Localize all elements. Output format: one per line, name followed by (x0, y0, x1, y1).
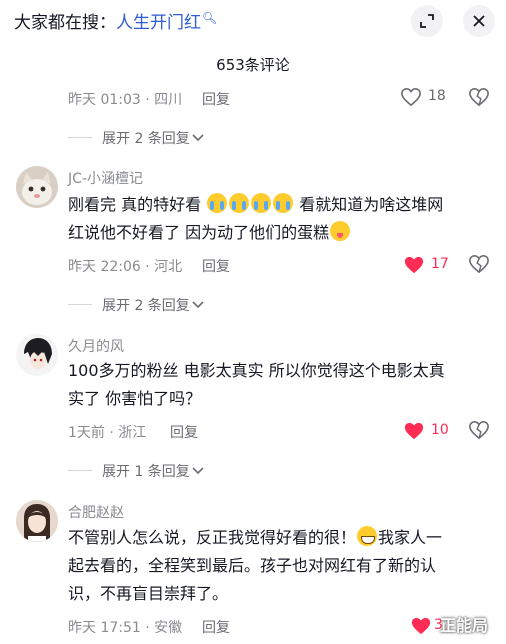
reply-button[interactable]: 回复 (202, 256, 230, 276)
cat-avatar-image (16, 166, 58, 208)
crying-emoji (251, 193, 272, 213)
comment-text: 100多万的粉丝 电影太真实 所以你觉得这个电影太真 (68, 361, 445, 380)
avatar[interactable] (16, 500, 58, 542)
top-bar: 大家都在搜：人生开门红🔍︎ (0, 0, 506, 42)
search-icon: 🔍︎ (202, 11, 218, 25)
username[interactable]: 久月的风 (68, 336, 124, 356)
comment-text-segment: 看就知道为啥这堆网 (299, 195, 444, 214)
comment-text-segment: 刚看完 真的特好看 (68, 195, 202, 214)
chevron-down-icon (192, 301, 204, 309)
crying-emoji (273, 193, 294, 213)
grin-emoji (357, 526, 378, 546)
chevron-down-icon (192, 467, 204, 475)
broken-heart-icon (469, 254, 489, 274)
comment-text: 识，不再盲目崇拜了。 (68, 584, 229, 603)
yum-emoji (330, 221, 351, 241)
divider (68, 470, 92, 471)
reply-button[interactable]: 回复 (202, 617, 230, 637)
close-icon (473, 15, 485, 27)
watermark: 正能局 (440, 616, 489, 635)
dislike-button[interactable] (468, 87, 490, 109)
like-count: 10 (431, 422, 449, 438)
dislike-button[interactable] (468, 420, 490, 442)
avatar[interactable] (16, 166, 58, 208)
anime-avatar-image (16, 334, 58, 376)
expand-replies-button[interactable]: 展开 2 条回复 (68, 295, 228, 315)
like-count: 17 (431, 256, 449, 272)
comment-meta: 昨天 01:03 · 四川 (68, 92, 183, 108)
like-button[interactable]: 17 (403, 255, 463, 275)
comment-text: 刚看完 真的特好看 看就知道为啥这堆网 (68, 191, 443, 219)
comment-text: 起去看的，全程笑到最后。孩子也对网红有了新的认 (68, 556, 437, 575)
expand-replies-label: 展开 1 条回复 (102, 464, 190, 480)
heart-outline-icon (401, 87, 421, 107)
expand-replies-button[interactable]: 展开 2 条回复 (68, 128, 228, 148)
trending-search-keyword[interactable]: 人生开门红 (116, 13, 201, 33)
comment-text: 实了 你害怕了吗？ (68, 389, 202, 408)
expand-icon (420, 14, 434, 28)
comment-text-segment: 不管别人怎么说，反正我觉得好看的很！ (68, 528, 357, 547)
comment-text: 不管别人怎么说，反正我觉得好看的很！ 我家人一 (68, 524, 442, 552)
comment-meta: 昨天 22:06 · 河北 (68, 259, 183, 275)
like-button[interactable]: 10 (403, 421, 463, 441)
username[interactable]: 合肥赵赵 (68, 502, 124, 522)
username[interactable]: JC-小涵檀记 (68, 168, 143, 188)
trending-search-hint[interactable]: 大家都在搜：人生开门红🔍︎ (14, 8, 217, 33)
comment-meta: 1天前 · 浙江 (68, 425, 147, 441)
chevron-down-icon (192, 134, 204, 142)
expand-replies-label: 展开 2 条回复 (102, 298, 190, 314)
close-button[interactable] (463, 5, 495, 37)
heart-filled-icon (411, 617, 431, 635)
comment-text-segment: 我家人一 (378, 528, 443, 547)
comment-count: 653条评论 (216, 56, 290, 74)
comment-text: 红说他不好看了 因为动了他们的蛋糕 (68, 219, 351, 247)
trending-search-prefix: 大家都在搜： (14, 13, 116, 33)
comment-meta: 昨天 17:51 · 安徽 (68, 620, 183, 636)
broken-heart-icon (469, 87, 489, 107)
crying-emoji (229, 193, 250, 213)
broken-heart-icon (469, 420, 489, 440)
expand-replies-label: 展开 2 条回复 (102, 131, 190, 147)
like-button[interactable]: 18 (400, 87, 460, 107)
comment-text-segment: 红说他不好看了 因为动了他们的蛋糕 (68, 223, 330, 242)
heart-filled-icon (404, 256, 424, 274)
crying-emoji (207, 193, 228, 213)
like-count: 18 (428, 88, 446, 104)
divider (68, 304, 92, 305)
expand-button[interactable] (411, 5, 443, 37)
reply-button[interactable]: 回复 (202, 89, 230, 109)
dislike-button[interactable] (468, 254, 490, 276)
reply-button[interactable]: 回复 (170, 422, 198, 442)
portrait-avatar-image (16, 500, 58, 542)
divider (68, 137, 92, 138)
heart-filled-icon (404, 422, 424, 440)
avatar[interactable] (16, 334, 58, 376)
expand-replies-button[interactable]: 展开 1 条回复 (68, 461, 228, 481)
